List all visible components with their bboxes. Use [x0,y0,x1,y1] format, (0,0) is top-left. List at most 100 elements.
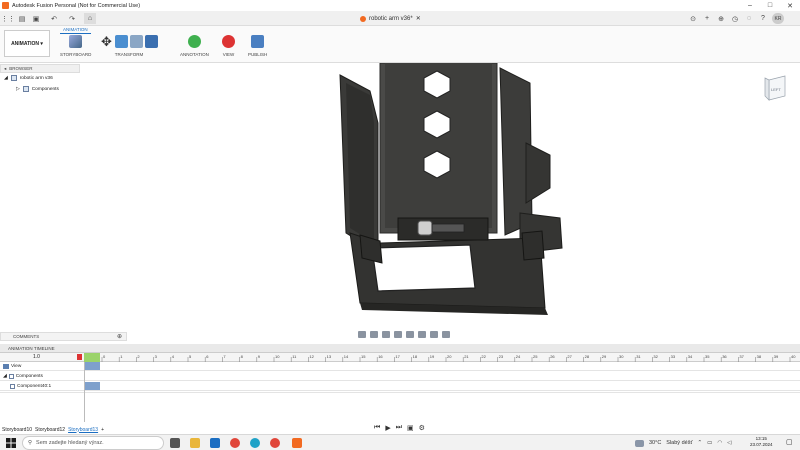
browser-root-item[interactable]: ◢ robotic arm v36 [4,75,53,81]
help-icon[interactable]: ? [758,13,768,24]
new-tab-icon[interactable]: + [702,13,712,24]
restore-home-icon[interactable] [130,35,143,48]
document-tab[interactable]: robotic arm v36* ✕ [360,12,421,25]
storyboard-tab-active[interactable]: Storyboard13 [68,427,98,433]
home-icon[interactable]: ⌂ [84,13,96,24]
undo-icon[interactable]: ↶ [48,13,60,24]
pan-icon[interactable] [382,331,390,338]
tick-label: 23 [499,354,504,359]
component-icon [8,373,14,379]
transform-group[interactable]: ✥ TRANSFORM [100,34,158,57]
new-storyboard-icon[interactable] [69,35,83,48]
tab-menu-icon[interactable]: ⊙ [688,13,698,24]
expand-icon[interactable]: ◢ [4,76,8,81]
transform-label[interactable]: TRANSFORM [115,52,144,57]
file-icon[interactable]: ▤ [17,13,27,24]
annotation-label[interactable]: ANNOTATION [180,52,209,57]
redo-icon[interactable]: ↷ [66,13,78,24]
loop-icon[interactable]: ▣ [407,424,414,432]
collapse-icon[interactable]: ◂ [4,66,6,72]
clock[interactable]: 13:15 23.07.2024 [750,436,773,448]
minimize-button[interactable]: – [740,0,760,11]
settings-icon[interactable]: ⚙ [419,424,425,432]
move-icon[interactable]: ✥ [100,35,113,48]
storyboard-tab[interactable]: Storyboard10 [2,427,32,433]
view-group[interactable]: VIEW [222,34,235,57]
save-icon[interactable]: ▣ [31,13,41,24]
publish-video-icon[interactable] [251,35,265,48]
wifi-icon[interactable]: ◠ [717,440,722,446]
play-icon[interactable]: ▶ [385,424,390,432]
timeline-ruler[interactable]: 1.0 0 1 2 3 4 5 6 7 8 9 10 11 12 13 14 15 16 17 18 19 20 21 22… [0,353,800,362]
auto-explode-icon[interactable] [145,35,158,48]
storyboard-tab[interactable]: Storyboard12 [35,427,65,433]
browser-item-components[interactable]: ▷ Components [16,86,59,92]
publish-group[interactable]: PUBLISH [248,34,267,57]
timeline-header[interactable]: ANIMATION TIMELINE [0,344,800,353]
browser-panel-header[interactable]: ◂ BROWSER [0,64,80,73]
look-at-icon[interactable] [370,331,378,338]
weather-text[interactable]: Slabý déšť [666,440,692,446]
file-explorer-icon[interactable] [190,438,200,448]
weather-icon[interactable] [635,439,644,447]
add-storyboard-icon[interactable]: + [101,427,104,433]
tick-label: 12 [309,354,314,359]
network-icon[interactable]: ▭ [707,440,712,446]
storyboard-group[interactable]: STORYBOARD [60,34,91,57]
record-view-icon[interactable] [222,35,235,48]
edge-icon[interactable] [250,438,260,448]
orbit-icon[interactable] [358,331,366,338]
maximize-button[interactable]: □ [760,0,780,11]
volume-icon[interactable]: ◁ [727,440,731,446]
track-row[interactable]: ◢ Components [0,372,800,381]
close-button[interactable]: ✕ [780,0,800,11]
playhead-range[interactable] [84,353,100,362]
notifications-icon[interactable]: ◷ [730,13,740,24]
add-comment-icon[interactable]: ⊕ [117,333,122,340]
track-row[interactable]: View [0,362,800,371]
timeline-current-value[interactable]: 1.0 [33,354,40,360]
annotation-group[interactable]: ANNOTATION [180,34,209,57]
chevron-up-icon[interactable]: ⌃ [698,440,703,446]
timeline-title: ANIMATION TIMELINE [8,345,55,351]
mail-icon[interactable] [210,438,220,448]
view-label[interactable]: VIEW [223,52,235,57]
timeline-tracks[interactable]: View ◢ Components Component40:1 [0,362,800,422]
expand-icon[interactable]: ▷ [16,87,20,92]
expand-icon[interactable]: ◢ [3,374,7,379]
grid-settings-icon[interactable] [430,331,438,338]
comments-panel[interactable]: COMMENTS ⊕ [0,332,127,341]
taskbar-search-input[interactable]: ⚲ Sem zadejte hledaný výraz. [22,436,164,450]
app-window: Autodesk Fusion Personal (Not for Commer… [0,0,800,450]
viewports-icon[interactable] [442,331,450,338]
track-row[interactable]: Component40:1 [0,382,800,391]
skip-back-icon[interactable]: ⏮ [374,424,380,432]
stop-marker-icon[interactable] [77,354,82,360]
transform-action-block[interactable] [84,382,100,390]
tab-animation[interactable]: ANIMATION [60,26,91,34]
display-settings-icon[interactable] [418,331,426,338]
user-avatar[interactable]: KR [772,13,784,24]
windows-start-icon[interactable] [6,438,16,448]
chrome-icon-2[interactable] [270,438,280,448]
workspace-switcher[interactable]: ANIMATION ▾ [4,30,50,57]
grid-menu-icon[interactable]: ⋮⋮ [1,13,15,24]
fit-icon[interactable] [406,331,414,338]
viewcube[interactable]: LEFT [763,72,789,102]
fusion-taskbar-icon[interactable] [292,438,302,448]
alert-icon[interactable]: ◌ [744,13,754,24]
chrome-icon[interactable] [230,438,240,448]
callout-icon[interactable] [187,35,201,48]
skip-forward-icon[interactable]: ⏭ [396,424,402,432]
extensions-icon[interactable]: ⊕ [716,13,726,24]
3d-viewport[interactable] [0,62,800,331]
task-view-icon[interactable] [170,438,180,448]
zoom-icon[interactable] [394,331,402,338]
storyboard-label[interactable]: STORYBOARD [60,52,91,57]
notification-center-icon[interactable]: ▢ [786,438,795,447]
view-action-block[interactable] [84,362,100,370]
weather-temp[interactable]: 30°C [649,440,661,446]
close-tab-icon[interactable]: ✕ [416,15,421,22]
transform-components-icon[interactable] [115,35,128,48]
publish-label[interactable]: PUBLISH [248,52,267,57]
